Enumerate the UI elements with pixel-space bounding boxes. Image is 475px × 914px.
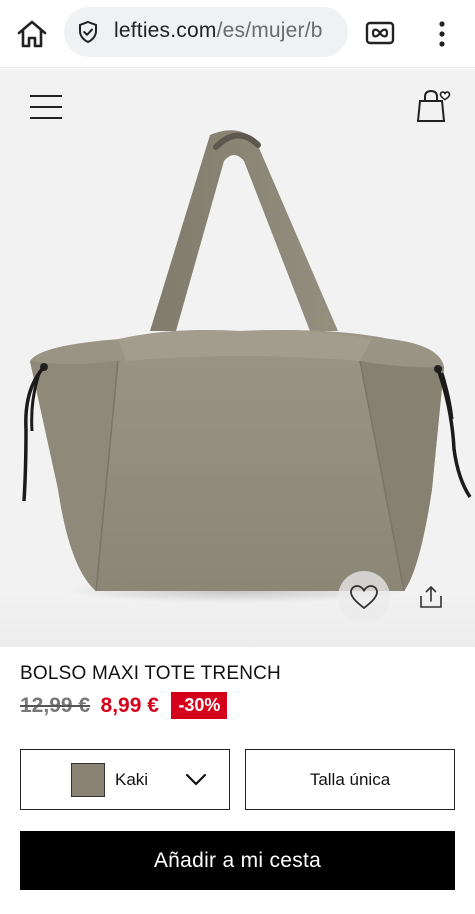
- share-icon[interactable]: [418, 584, 444, 610]
- more-vert-icon[interactable]: [430, 18, 454, 50]
- shield-check-icon[interactable]: [76, 20, 100, 44]
- browser-toolbar: lefties.com/es/mujer/b: [0, 0, 475, 68]
- product-gallery[interactable]: [0, 69, 475, 647]
- address-bar[interactable]: lefties.com/es/mujer/b: [64, 7, 348, 57]
- discount-badge: -30%: [171, 692, 228, 719]
- original-price: 12,99 €: [20, 693, 91, 717]
- product-title: BOLSO MAXI TOTE TRENCH: [20, 663, 281, 684]
- size-label: Talla única: [309, 770, 391, 789]
- chevron-down-icon: [185, 768, 207, 790]
- size-selector[interactable]: Talla única: [245, 749, 455, 810]
- hamburger-icon[interactable]: [30, 95, 64, 119]
- sale-price: 8,99 €: [100, 693, 159, 717]
- color-selector[interactable]: Kaki: [20, 749, 230, 810]
- add-to-cart-button[interactable]: Añadir a mi cesta: [20, 831, 455, 890]
- color-label: Kaki: [115, 770, 149, 789]
- shopping-bag-heart-icon[interactable]: [414, 87, 452, 125]
- product-image: [22, 130, 472, 603]
- color-swatch: [71, 763, 105, 797]
- url-domain: lefties.com: [114, 19, 217, 42]
- tab-switcher-icon[interactable]: [364, 18, 396, 48]
- home-icon[interactable]: [14, 16, 50, 52]
- url-text[interactable]: lefties.com/es/mujer/b: [114, 19, 323, 43]
- url-path: /es/mujer/b: [216, 19, 323, 42]
- price-row: 12,99 € 8,99 € -30%: [20, 692, 228, 724]
- heart-icon[interactable]: [338, 571, 390, 623]
